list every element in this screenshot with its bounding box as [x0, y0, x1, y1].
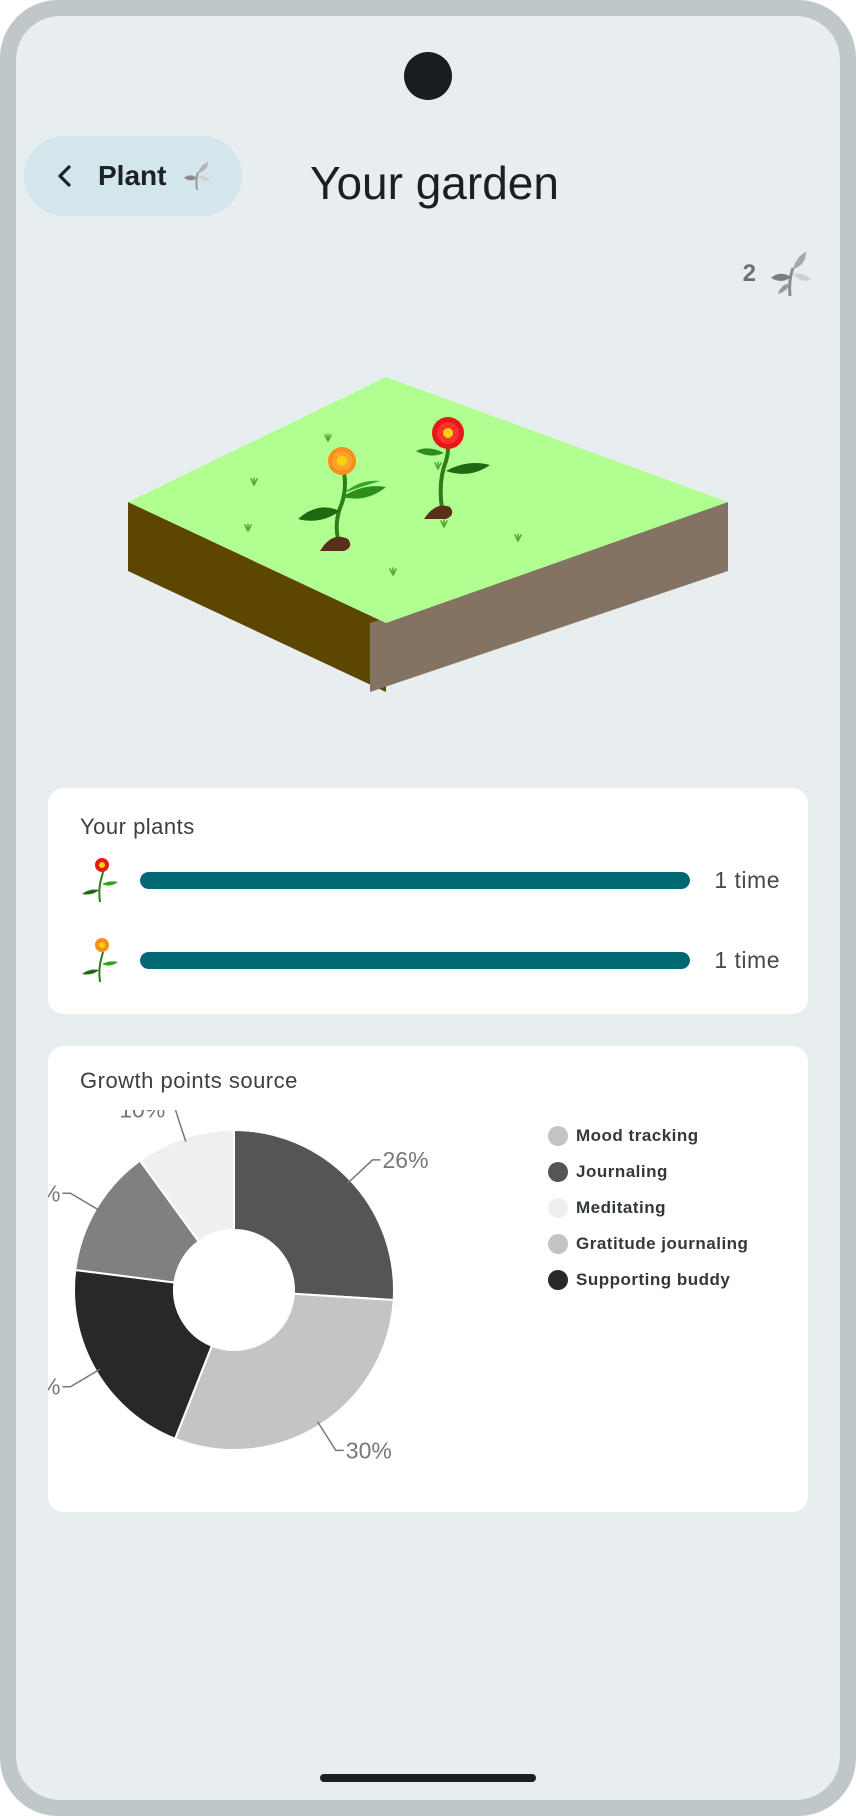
chevron-left-icon — [58, 165, 71, 187]
your-plants-title: Your plants — [80, 814, 195, 839]
legend-swatch — [548, 1162, 568, 1182]
growth-points-title: Growth points source — [80, 1068, 298, 1093]
plant-row: 1 time — [80, 936, 780, 984]
legend-label: Journaling — [576, 1162, 668, 1181]
plant-row: 1 time — [80, 856, 780, 904]
plant-count: 1 time — [714, 867, 780, 893]
slice-percent-label: 30% — [346, 1437, 392, 1463]
legend-label: Mood tracking — [576, 1126, 699, 1145]
slice-leader-line — [62, 1192, 101, 1212]
your-plants-card: Your plants 1 time 1 time — [48, 788, 808, 1014]
legend-item: Mood tracking — [548, 1118, 748, 1154]
back-to-plant-button[interactable]: Plant — [24, 136, 242, 216]
legend-item: Gratitude journaling — [548, 1226, 748, 1262]
legend-label: Meditating — [576, 1198, 666, 1217]
legend-swatch — [548, 1198, 568, 1218]
legend-item: Meditating — [548, 1190, 748, 1226]
donut-slice-mood-tracking — [173, 1292, 395, 1451]
slice-leader-line — [316, 1421, 344, 1452]
page-title: Your garden — [310, 157, 559, 209]
slice-percent-label: 10% — [119, 1110, 165, 1122]
plant-progress-bar — [140, 872, 690, 889]
progress-fill — [140, 952, 690, 969]
orange-flower-icon — [82, 938, 118, 983]
slice-leader-line — [167, 1110, 187, 1142]
donut-slice-journaling — [233, 1128, 395, 1302]
growth-points-card: Growth points source 26% 30% 21% 13% 10% Moo… — [48, 1046, 808, 1512]
front-camera — [404, 52, 452, 100]
chart-legend: Mood tracking Journaling Meditating Gratitu… — [548, 1118, 748, 1298]
legend-item: Supporting buddy — [548, 1262, 748, 1298]
plant-progress-bar — [140, 952, 690, 969]
legend-swatch — [548, 1126, 568, 1146]
slice-percent-label: 26% — [383, 1147, 429, 1173]
growth-points-counter: 2 — [743, 250, 812, 298]
slice-leader-line — [62, 1368, 101, 1388]
garden-illustration — [128, 377, 728, 692]
legend-swatch — [548, 1234, 568, 1254]
progress-fill — [140, 872, 690, 889]
growth-points-donut-chart: 26% 30% 21% 13% 10% — [48, 1110, 429, 1463]
sprout-icon — [184, 162, 211, 191]
plant-count: 1 time — [714, 947, 780, 973]
red-flower-icon — [82, 858, 118, 903]
home-indicator[interactable] — [320, 1774, 536, 1782]
back-button-label: Plant — [98, 160, 167, 191]
legend-swatch — [548, 1270, 568, 1290]
legend-label: Supporting buddy — [576, 1270, 731, 1289]
legend-item: Journaling — [548, 1154, 748, 1190]
sprout-icon — [771, 252, 811, 297]
legend-label: Gratitude journaling — [576, 1234, 749, 1253]
points-value: 2 — [742, 260, 756, 287]
slice-leader-line — [347, 1159, 381, 1184]
slice-percent-label: 21% — [48, 1374, 60, 1400]
slice-percent-label: 13% — [48, 1180, 60, 1206]
app-screen: Plant Your garden 2 Your plants 1 time 1… — [16, 16, 840, 1800]
phone-frame: Plant Your garden 2 Your plants 1 time 1… — [0, 0, 856, 1816]
